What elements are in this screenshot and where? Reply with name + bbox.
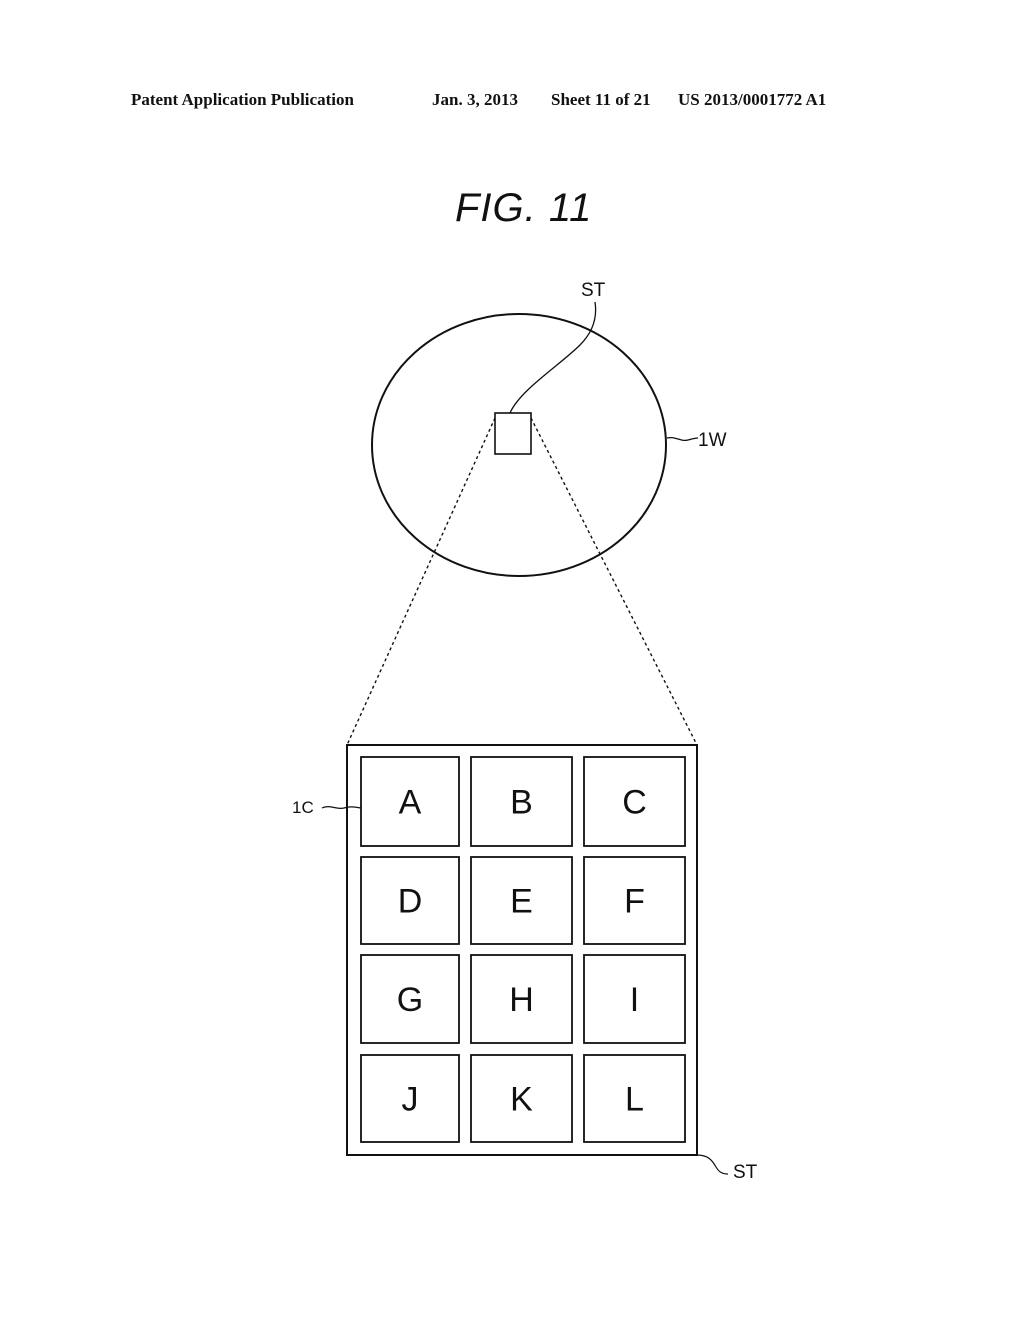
chip-cell-j: J [360, 1054, 460, 1143]
chip-cell-k: K [470, 1054, 573, 1143]
shot-label-top: ST [581, 280, 606, 301]
shot-leader-line-top [509, 301, 597, 414]
projection-line-right [530, 417, 698, 746]
chip-cell-d: D [360, 856, 460, 945]
shot-leader-line-bottom [696, 1154, 729, 1175]
wafer-leader-line [666, 436, 699, 442]
chip-cell-a: A [360, 756, 460, 847]
chip-cell-g: G [360, 954, 460, 1044]
chip-cell-letter: I [630, 981, 639, 1019]
chip-cell-letter: A [399, 784, 422, 822]
shot-label-bottom: ST [733, 1162, 758, 1183]
chip-grid: A B C D E F G H I J K L [360, 756, 686, 1143]
chip-cell-c: C [583, 756, 686, 847]
chip-label: 1C [292, 798, 314, 817]
chip-cell-letter: B [510, 784, 533, 822]
chip-cell-letter: K [510, 1081, 533, 1119]
chip-cell-b: B [470, 756, 573, 847]
chip-cell-letter: F [624, 883, 645, 921]
chip-cell-e: E [470, 856, 573, 945]
chip-cell-letter: C [622, 784, 647, 822]
chip-cell-i: I [583, 954, 686, 1044]
chip-cell-f: F [583, 856, 686, 945]
projection-line-left [346, 417, 496, 746]
chip-cell-letter: H [509, 981, 534, 1019]
chip-cell-letter: G [397, 981, 423, 1019]
chip-cell-h: H [470, 954, 573, 1044]
chip-cell-letter: D [398, 883, 423, 921]
wafer-outline [371, 313, 667, 577]
chip-leader-line [321, 805, 362, 810]
chip-cell-letter: E [510, 883, 533, 921]
wafer-label: 1W [698, 430, 727, 451]
chip-cell-letter: J [402, 1081, 419, 1119]
chip-cell-l: L [583, 1054, 686, 1143]
figure-drawing: ST 1W A B C D E F G H I J K L 1C ST [292, 280, 758, 1183]
chip-cell-letter: L [625, 1081, 644, 1119]
shot-region-small [494, 412, 532, 455]
